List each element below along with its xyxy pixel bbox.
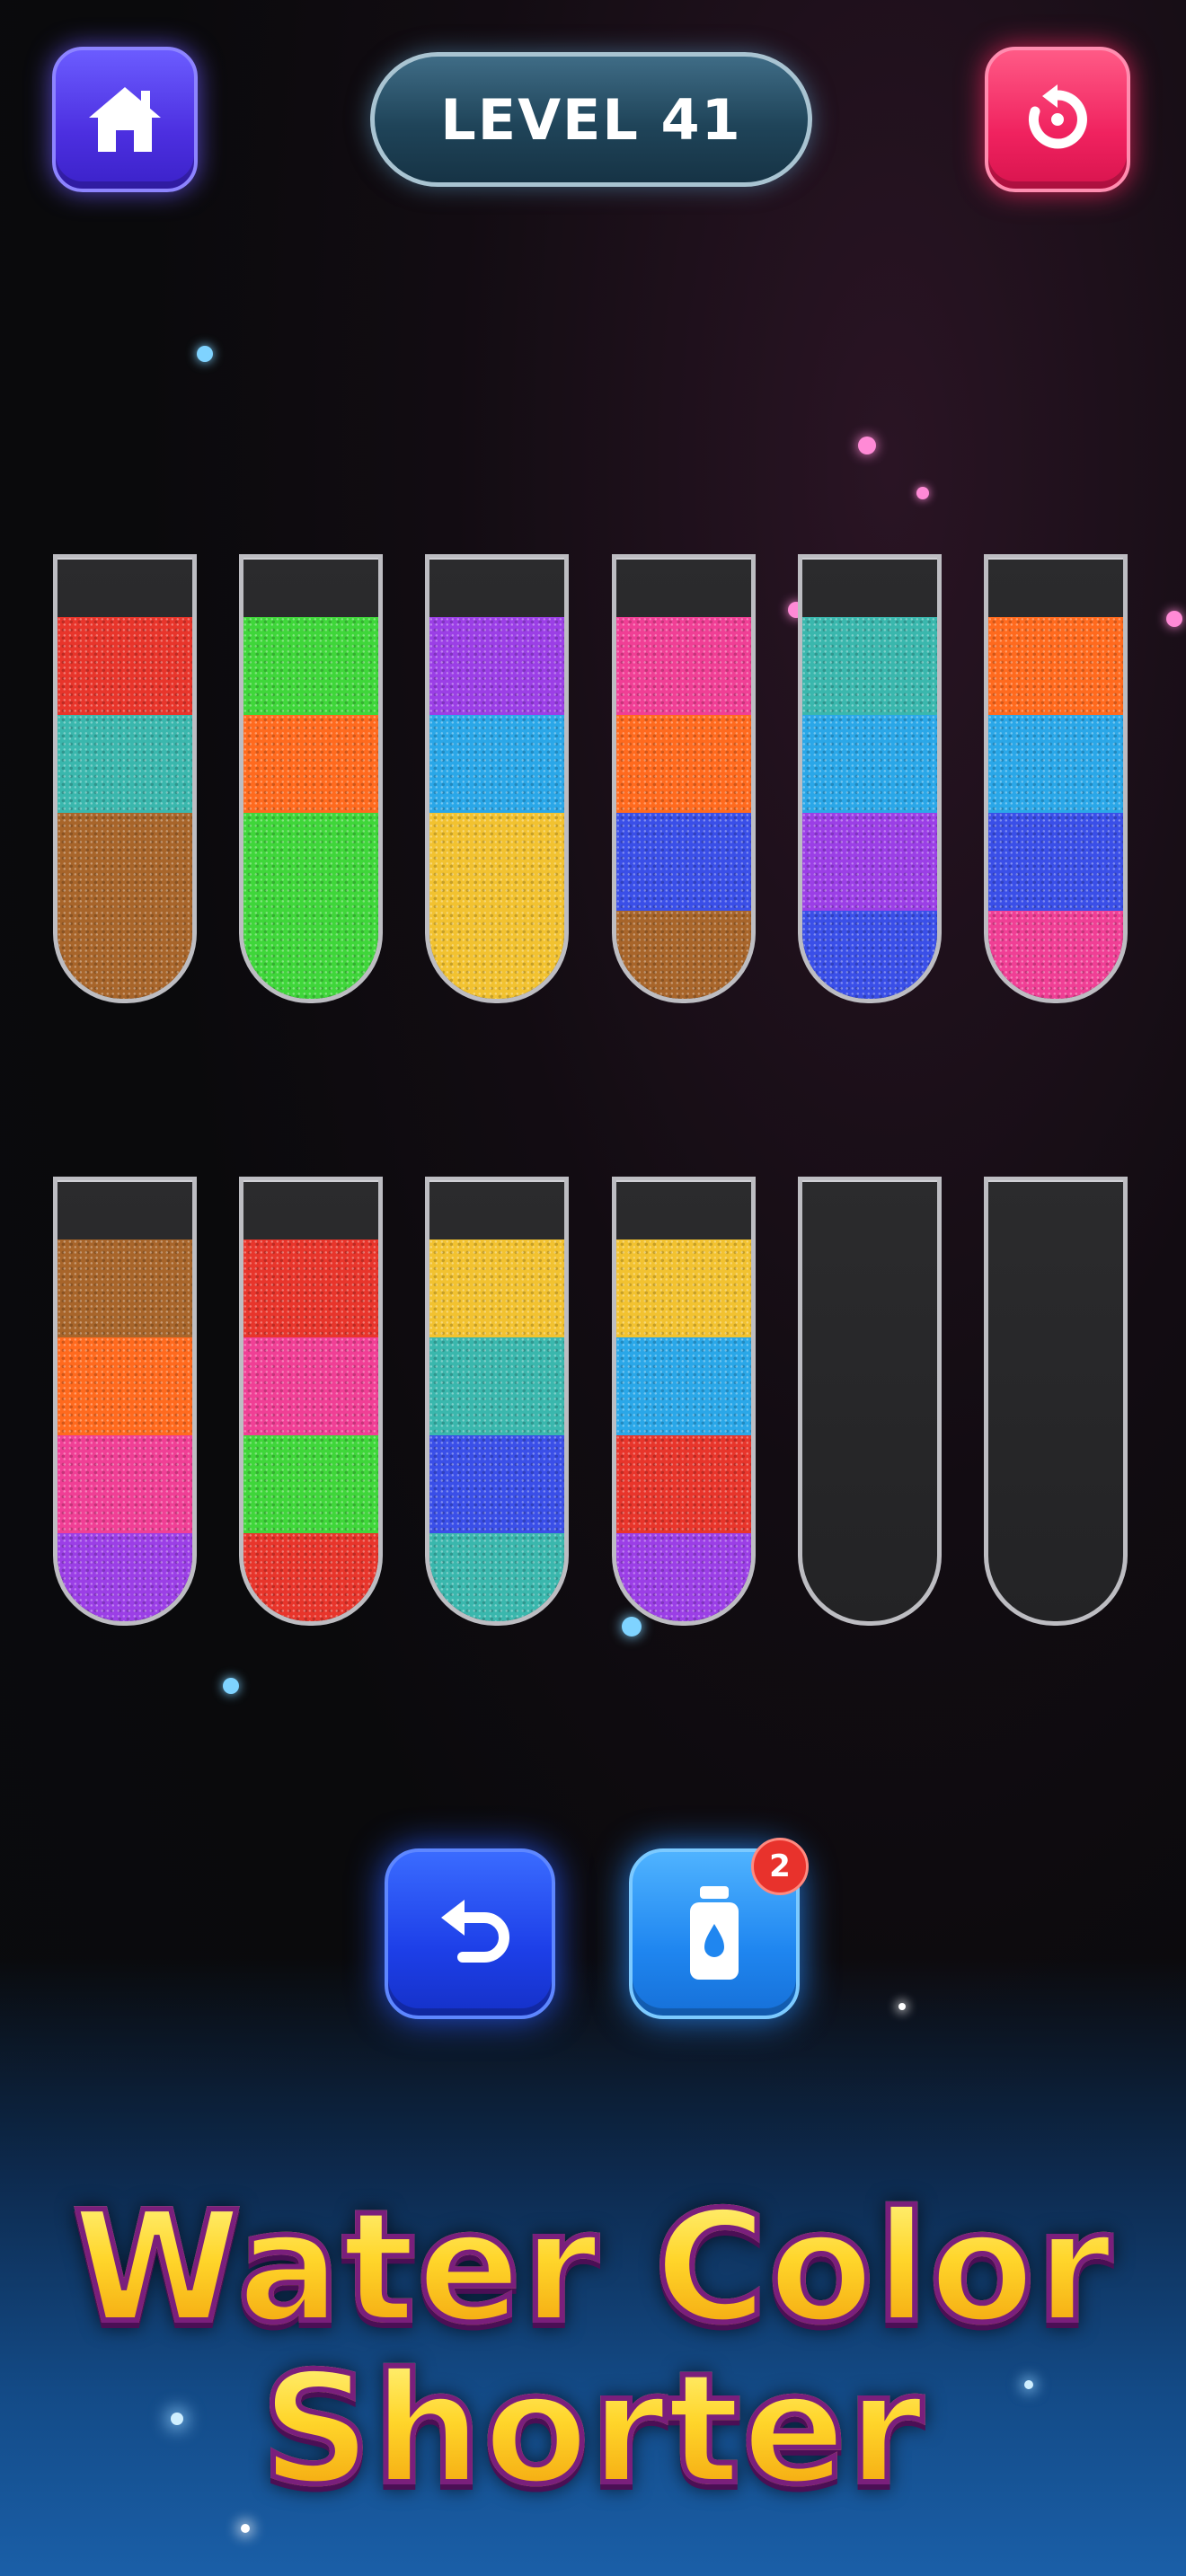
liquid-layer-orange bbox=[616, 715, 751, 813]
tube-12[interactable] bbox=[984, 1177, 1128, 1626]
sparkle bbox=[898, 2003, 906, 2010]
liquid-layer-teal bbox=[802, 617, 937, 715]
liquid-layer-brown bbox=[58, 911, 192, 999]
tube-rim bbox=[429, 558, 564, 560]
tube-rim bbox=[243, 1180, 378, 1182]
liquid-layer-red bbox=[58, 617, 192, 715]
liquid-layer-brown bbox=[58, 813, 192, 911]
liquid-layer-teal bbox=[429, 1337, 564, 1435]
liquid-layer-green bbox=[243, 911, 378, 999]
liquid-layer-purple bbox=[616, 1533, 751, 1621]
liquid-layer-green bbox=[243, 617, 378, 715]
liquid-layer-pink bbox=[616, 617, 751, 715]
liquid-layer-teal bbox=[429, 1533, 564, 1621]
game-title-line2: Shorter bbox=[0, 2351, 1186, 2509]
tube-3[interactable] bbox=[425, 554, 569, 1003]
liquid-layer-pink bbox=[988, 911, 1123, 999]
liquid-layer-purple bbox=[58, 1533, 192, 1621]
tube-9[interactable] bbox=[425, 1177, 569, 1626]
liquid-layer-yellow bbox=[429, 813, 564, 911]
tube-7[interactable] bbox=[53, 1177, 197, 1626]
liquid-layer-orange bbox=[243, 715, 378, 813]
game-screen: LEVEL 41 2 Water Color Shorter bbox=[0, 0, 1186, 2576]
liquid-layer-blue bbox=[616, 813, 751, 911]
liquid-layer-skyblue bbox=[988, 715, 1123, 813]
game-title-line1: Water Color bbox=[0, 2189, 1186, 2347]
level-label: LEVEL 41 bbox=[440, 86, 742, 153]
tube-rim bbox=[616, 558, 751, 560]
undo-button[interactable] bbox=[385, 1848, 555, 2019]
add-tube-icon bbox=[690, 1886, 739, 1980]
liquid-layer-purple bbox=[429, 617, 564, 715]
tube-11[interactable] bbox=[798, 1177, 942, 1626]
liquid-layer-teal bbox=[58, 715, 192, 813]
sparkle bbox=[241, 2524, 250, 2533]
liquid-layer-red bbox=[243, 1239, 378, 1337]
home-icon bbox=[89, 87, 161, 152]
liquid-layer-skyblue bbox=[616, 1337, 751, 1435]
tube-rim bbox=[802, 558, 937, 560]
tube-rim bbox=[58, 558, 192, 560]
liquid-layer-brown bbox=[616, 911, 751, 999]
sparkle bbox=[1166, 611, 1182, 627]
liquid-layer-orange bbox=[58, 1337, 192, 1435]
liquid-layer-skyblue bbox=[429, 715, 564, 813]
tube-rim bbox=[988, 1180, 1123, 1182]
tube-rim bbox=[802, 1180, 937, 1182]
sparkle bbox=[858, 437, 876, 454]
tube-rim bbox=[988, 558, 1123, 560]
liquid-layer-blue bbox=[429, 1435, 564, 1533]
liquid-layer-blue bbox=[988, 813, 1123, 911]
liquid-layer-red bbox=[616, 1435, 751, 1533]
sparkle bbox=[223, 1678, 239, 1694]
liquid-layer-yellow bbox=[616, 1239, 751, 1337]
tube-2[interactable] bbox=[239, 554, 383, 1003]
undo-icon bbox=[441, 1900, 509, 1963]
tube-8[interactable] bbox=[239, 1177, 383, 1626]
tube-rim bbox=[58, 1180, 192, 1182]
tube-1[interactable] bbox=[53, 554, 197, 1003]
liquid-layer-yellow bbox=[429, 911, 564, 999]
liquid-layer-blue bbox=[802, 911, 937, 999]
restart-icon bbox=[1028, 84, 1087, 149]
liquid-layer-pink bbox=[58, 1435, 192, 1533]
tube-rim bbox=[616, 1180, 751, 1182]
liquid-layer-skyblue bbox=[802, 715, 937, 813]
liquid-layer-purple bbox=[802, 813, 937, 911]
tube-6[interactable] bbox=[984, 554, 1128, 1003]
tube-rim bbox=[429, 1180, 564, 1182]
level-indicator: LEVEL 41 bbox=[370, 52, 812, 187]
liquid-layer-orange bbox=[988, 617, 1123, 715]
liquid-layer-pink bbox=[243, 1337, 378, 1435]
add-tube-count-badge: 2 bbox=[751, 1838, 809, 1895]
tube-4[interactable] bbox=[612, 554, 756, 1003]
liquid-layer-brown bbox=[58, 1239, 192, 1337]
tube-rim bbox=[243, 558, 378, 560]
liquid-layer-green bbox=[243, 813, 378, 911]
restart-button[interactable] bbox=[985, 47, 1130, 192]
liquid-layer-yellow bbox=[429, 1239, 564, 1337]
sparkle bbox=[916, 487, 929, 499]
tube-10[interactable] bbox=[612, 1177, 756, 1626]
liquid-layer-red bbox=[243, 1533, 378, 1621]
tube-5[interactable] bbox=[798, 554, 942, 1003]
sparkle bbox=[197, 346, 213, 362]
liquid-layer-green bbox=[243, 1435, 378, 1533]
home-button[interactable] bbox=[52, 47, 198, 192]
